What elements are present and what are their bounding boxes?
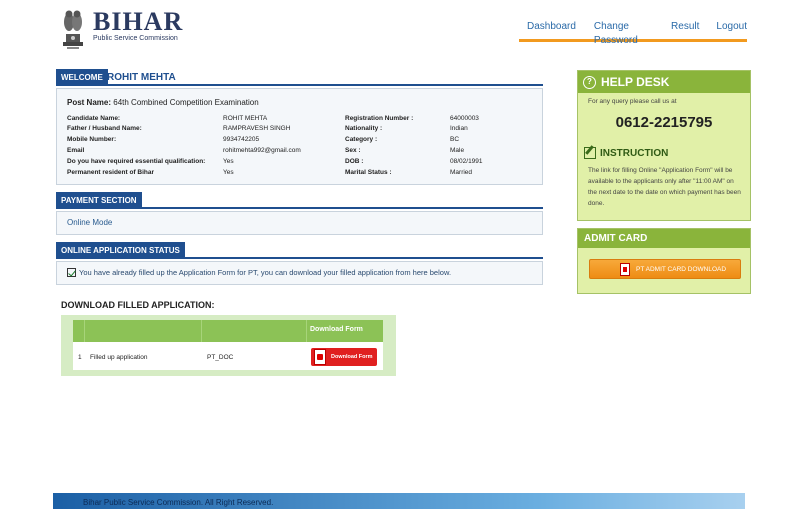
- help-desk-panel: ? HELP DESK For any query please call us…: [577, 70, 751, 221]
- field-label: Permanent resident of Bihar: [67, 169, 155, 176]
- row-sno: 1: [78, 354, 82, 361]
- help-desk-header: ? HELP DESK: [578, 71, 750, 93]
- row-name: Filled up application: [90, 354, 148, 361]
- edit-icon: [584, 147, 596, 159]
- field-label: Father / Husband Name:: [67, 125, 142, 132]
- download-form-button[interactable]: Download Form: [311, 348, 377, 366]
- status-message-row: You have already filled up the Applicati…: [67, 268, 451, 277]
- instruction-header: INSTRUCTION: [584, 147, 668, 159]
- payment-box: [56, 211, 543, 235]
- admit-card-panel: ADMIT CARD PT ADMIT CARD DOWNLOAD: [577, 228, 751, 294]
- logo-title: BIHAR: [93, 7, 184, 36]
- field-label: Do you have required essential qualifica…: [67, 158, 206, 165]
- status-message: You have already filled up the Applicati…: [79, 268, 452, 277]
- field-value: rohitmehta992@gmail.com: [223, 147, 301, 154]
- footer-text: Bihar Public Service Commission. All Rig…: [83, 498, 274, 507]
- field-value: Yes: [223, 169, 234, 176]
- nav-change-password[interactable]: Change Password: [594, 20, 654, 46]
- field-label: Sex :: [345, 147, 361, 154]
- nav-logout[interactable]: Logout: [716, 20, 747, 39]
- question-icon: ?: [583, 75, 596, 89]
- field-value: 64000003: [450, 115, 479, 122]
- field-value: Married: [450, 169, 473, 176]
- nav-result[interactable]: Result: [671, 20, 699, 39]
- post-value: 64th Combined Competition Examination: [113, 98, 259, 107]
- checkbox-checked-icon: [67, 268, 76, 277]
- admit-card-title: ADMIT CARD: [578, 229, 750, 248]
- footer-bar: Bihar Public Service Commission. All Rig…: [53, 493, 745, 509]
- field-value: BC: [450, 136, 460, 143]
- status-header: ONLINE APPLICATION STATUS: [56, 242, 543, 259]
- instruction-text: The link for filling Online "Application…: [588, 167, 741, 207]
- help-desk-title: HELP DESK: [601, 75, 670, 89]
- field-label: Category :: [345, 136, 378, 143]
- admit-card-download-button[interactable]: PT ADMIT CARD DOWNLOAD: [589, 259, 741, 279]
- field-label: Nationality :: [345, 125, 383, 132]
- top-navigation: Dashboard Change Password Result Logout: [519, 20, 747, 46]
- column-download-form: Download Form: [310, 326, 363, 333]
- welcome-user-name: ROHIT MEHTA: [107, 72, 176, 83]
- help-desk-line: For any query please call us at: [588, 98, 677, 105]
- field-value: 08/02/1991: [450, 158, 483, 165]
- payment-mode: Online Mode: [67, 218, 113, 227]
- help-desk-phone: 0612-2215795: [615, 114, 713, 131]
- field-value: Male: [450, 147, 465, 154]
- emblem-icon: [63, 10, 83, 49]
- pdf-icon: [620, 262, 630, 276]
- post-name: Post Name: 64th Combined Competition Exa…: [67, 98, 259, 107]
- field-label: DOB :: [345, 158, 364, 165]
- post-label: Post Name:: [67, 98, 112, 107]
- field-label: Candidate Name:: [67, 115, 121, 122]
- field-value: RAMPRAVESH SINGH: [223, 125, 291, 132]
- field-label: Email: [67, 147, 85, 154]
- download-title: DOWNLOAD FILLED APPLICATION:: [61, 300, 215, 310]
- instruction-title: INSTRUCTION: [600, 147, 669, 159]
- welcome-tag: WELCOME: [56, 69, 108, 86]
- field-label: Mobile Number:: [67, 136, 117, 143]
- pdf-icon: [314, 349, 326, 365]
- field-value: 9934742205: [223, 136, 260, 143]
- row-code: PT_DOC: [207, 354, 234, 361]
- field-label: Registration Number :: [345, 115, 414, 122]
- field-value: Yes: [223, 158, 234, 165]
- status-tag: ONLINE APPLICATION STATUS: [56, 242, 185, 259]
- logo-subtitle: Public Service Commission: [93, 35, 178, 42]
- nav-dashboard[interactable]: Dashboard: [527, 20, 576, 39]
- admit-card-download-label: PT ADMIT CARD DOWNLOAD: [636, 265, 727, 273]
- field-value: Indian: [450, 125, 468, 132]
- site-logo: BIHAR Public Service Commission: [58, 4, 188, 56]
- download-form-label: Download Form: [331, 354, 373, 360]
- field-label: Marital Status :: [345, 169, 392, 176]
- payment-tag: PAYMENT SECTION: [56, 192, 142, 209]
- payment-header: PAYMENT SECTION: [56, 192, 543, 209]
- field-value: ROHIT MEHTA: [223, 115, 268, 122]
